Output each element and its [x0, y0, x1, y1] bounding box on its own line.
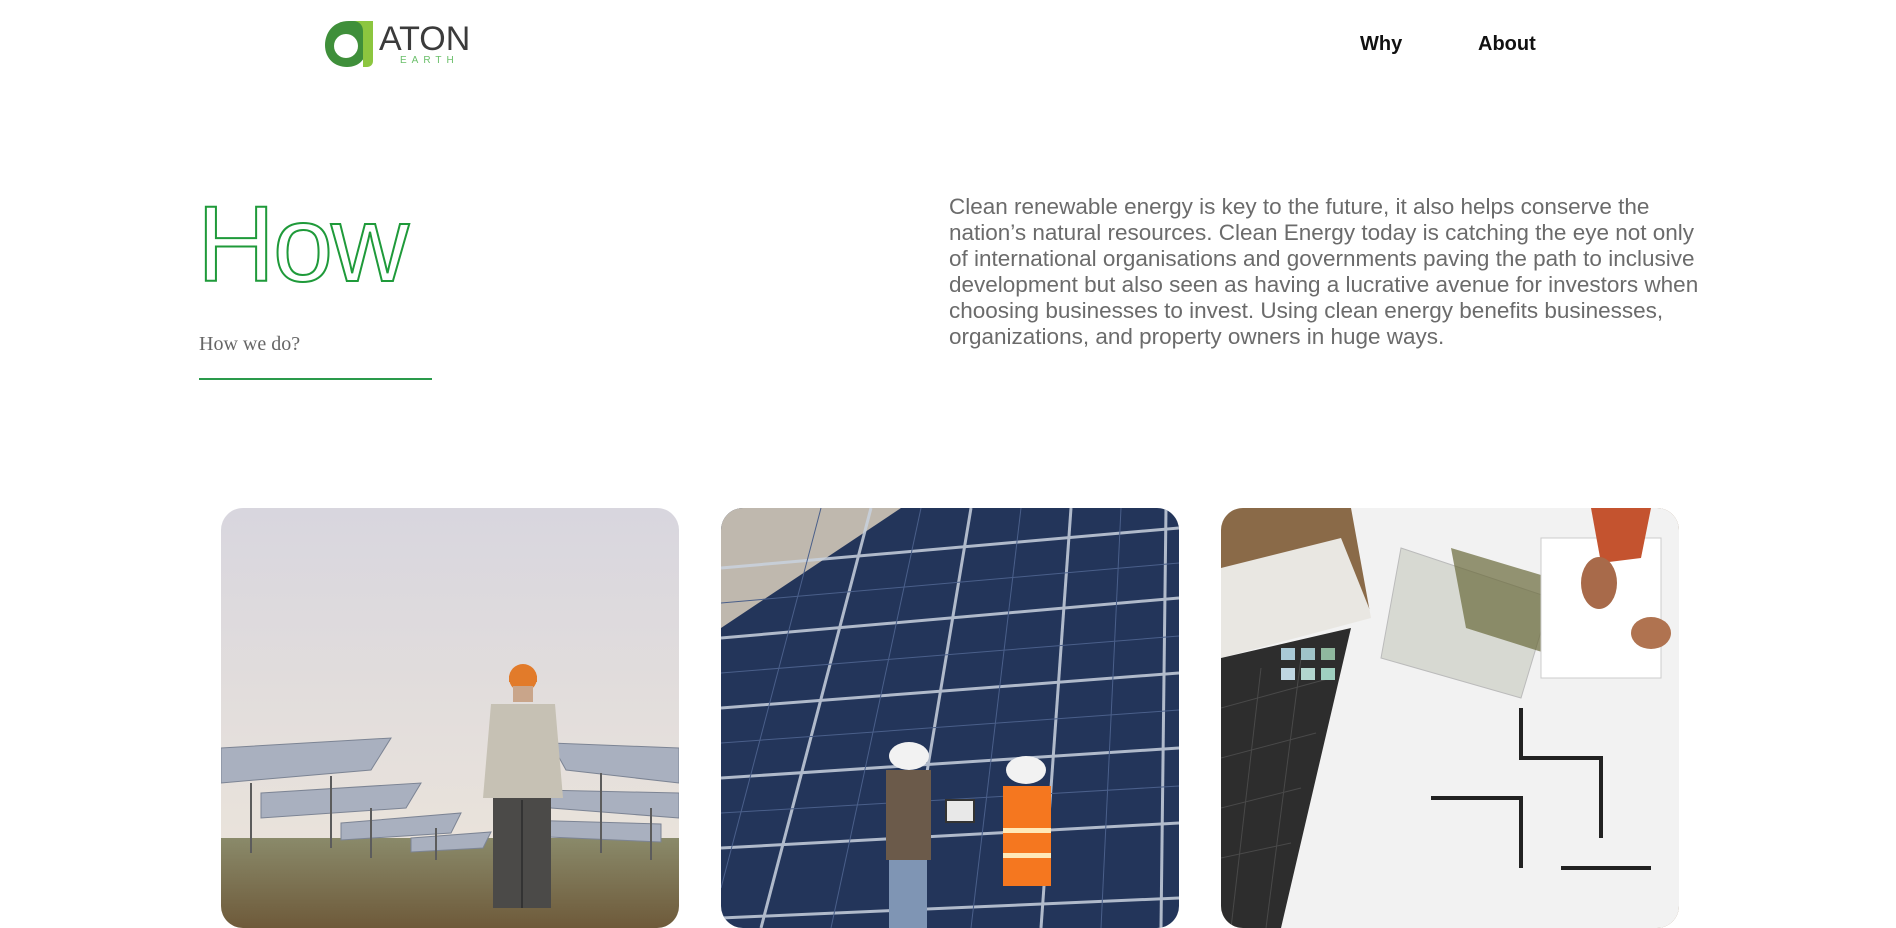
- page-subtitle: How we do?: [199, 333, 301, 355]
- logo-subtext: EARTH: [400, 55, 459, 66]
- card-solar-farm[interactable]: [221, 508, 679, 928]
- architectural-blueprints-photo: [1221, 508, 1679, 928]
- nav-link-about[interactable]: About: [1478, 33, 1536, 56]
- subtitle-underline: [199, 378, 432, 380]
- brand-logo[interactable]: ATON EARTH: [323, 17, 473, 69]
- card-solar-panels[interactable]: [721, 508, 1179, 928]
- solar-farm-worker-photo: [221, 508, 679, 928]
- solar-panels-engineers-photo: [721, 508, 1179, 928]
- card-blueprints[interactable]: [1221, 508, 1679, 928]
- intro-description: Clean renewable energy is key to the fut…: [949, 194, 1699, 349]
- logo-mark-icon: [325, 21, 373, 67]
- page-title: How: [196, 183, 410, 304]
- logo-wordmark: ATON: [379, 20, 471, 58]
- nav-link-why[interactable]: Why: [1360, 33, 1402, 56]
